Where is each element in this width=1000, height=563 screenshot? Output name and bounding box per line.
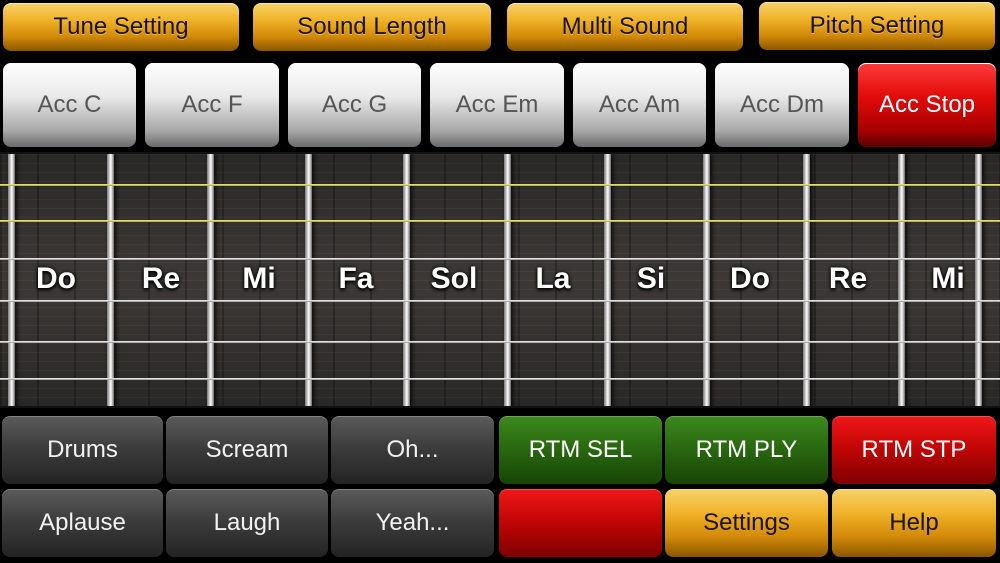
acc-g-button[interactable]: Acc G	[288, 63, 421, 147]
applause-button[interactable]: Aplause	[2, 489, 163, 557]
oh-button[interactable]: Oh...	[331, 416, 494, 484]
acc-dm-button[interactable]: Acc Dm	[715, 63, 849, 147]
note-label-sol: Sol	[430, 262, 478, 295]
fretboard[interactable]: Do Re Mi Fa Sol La Si Do Re Mi	[0, 152, 1000, 408]
acc-am-button[interactable]: Acc Am	[573, 63, 706, 147]
note-label-re: Re	[141, 262, 181, 295]
bottom-controls: Drums Scream Oh... RTM SEL RTM PLY RTM S…	[0, 414, 1000, 563]
note-label-mi: Mi	[242, 262, 276, 295]
note-label-do: Do	[36, 262, 76, 295]
accord-row: Acc C Acc F Acc G Acc Em Acc Am Acc Dm A…	[0, 60, 1000, 148]
guitar-string[interactable]	[0, 258, 1000, 260]
guitar-string[interactable]	[0, 300, 1000, 302]
note-label-si: Si	[636, 262, 666, 295]
note-label-la: La	[535, 262, 571, 295]
acc-c-button[interactable]: Acc C	[3, 63, 136, 147]
pitch-setting-button[interactable]: Pitch Setting	[759, 2, 995, 50]
guitar-string[interactable]	[0, 378, 1000, 380]
settings-button[interactable]: Settings	[665, 489, 828, 557]
note-label-fa: Fa	[338, 262, 374, 295]
acc-f-button[interactable]: Acc F	[145, 63, 279, 147]
sound-length-button[interactable]: Sound Length	[253, 3, 491, 51]
tune-setting-button[interactable]: Tune Setting	[3, 3, 239, 51]
note-label-re-high: Re	[828, 262, 868, 295]
multi-sound-button[interactable]: Multi Sound	[507, 3, 743, 51]
drums-button[interactable]: Drums	[2, 416, 163, 484]
note-label-do-high: Do	[730, 262, 770, 295]
yeah-button[interactable]: Yeah...	[331, 489, 494, 557]
blank-red-button[interactable]	[499, 489, 662, 557]
scream-button[interactable]: Scream	[166, 416, 328, 484]
help-button[interactable]: Help	[832, 489, 996, 557]
guitar-string[interactable]	[0, 341, 1000, 343]
guitar-app: Tune Setting Sound Length Multi Sound Pi…	[0, 0, 1000, 563]
acc-stop-button[interactable]: Acc Stop	[858, 63, 996, 147]
rhythm-play-button[interactable]: RTM PLY	[665, 416, 828, 484]
acc-em-button[interactable]: Acc Em	[430, 63, 564, 147]
rhythm-select-button[interactable]: RTM SEL	[499, 416, 662, 484]
laugh-button[interactable]: Laugh	[166, 489, 328, 557]
note-label-mi-high: Mi	[931, 262, 965, 295]
guitar-string[interactable]	[0, 184, 1000, 186]
guitar-string[interactable]	[0, 220, 1000, 222]
top-menu-row: Tune Setting Sound Length Multi Sound Pi…	[0, 0, 1000, 56]
rhythm-stop-button[interactable]: RTM STP	[832, 416, 996, 484]
